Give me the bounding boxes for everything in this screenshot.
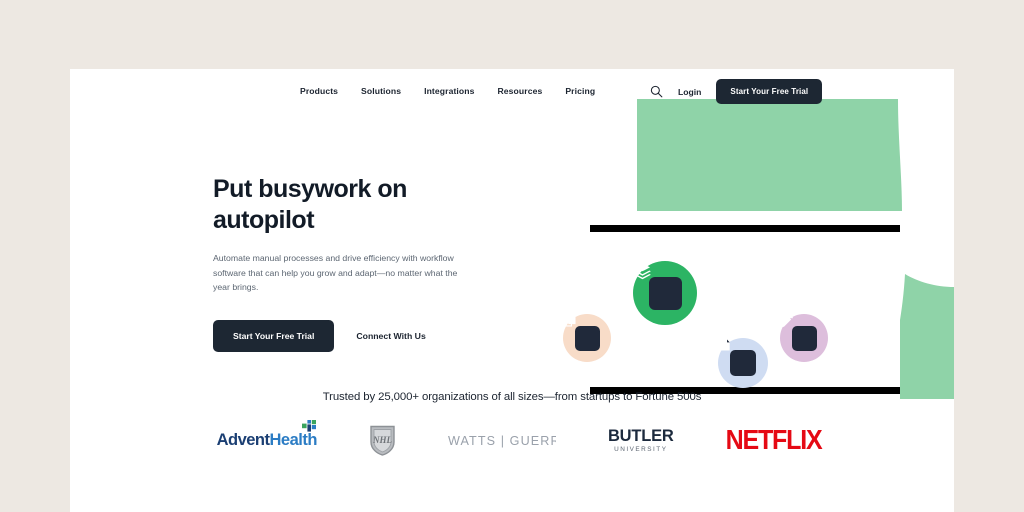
illustration-circle-document [718,338,768,388]
document-icon [720,339,730,351]
login-link[interactable]: Login [678,87,701,97]
logo-netflix: NETFLIX [725,424,823,456]
logo-strip: AdventHealth NHL WATTS | GUER BUTLER UNI… [70,420,954,456]
pencil-tile [781,315,817,351]
adventhealth-word-part2: Health [269,431,318,449]
butler-name: BUTLER [607,427,674,446]
nav-link-products[interactable]: Products [300,86,338,96]
nav-link-pricing[interactable]: Pricing [565,86,595,96]
hero-copy: Put busywork on autopilot Automate manua… [213,174,488,352]
logo-adventhealth: AdventHealth [216,420,318,450]
copy-tile [563,315,600,351]
illustration-shapes [590,99,954,399]
pencil-icon [781,315,794,328]
search-icon[interactable] [650,85,663,98]
butler-subtitle: UNIVERSITY [614,445,668,453]
nav-start-free-trial-button[interactable]: Start Your Free Trial [716,79,823,104]
nav-link-solutions[interactable]: Solutions [361,86,401,96]
nav-actions: Login Start Your Free Trial [650,79,823,104]
trust-statement: Trusted by 25,000+ organizations of all … [322,391,702,403]
adventhealth-wordmark: AdventHealth [216,431,318,450]
nav-links: Products Solutions Integrations Resource… [300,86,595,96]
adventhealth-word-part1: Advent [216,431,270,449]
hero-start-free-trial-button[interactable]: Start Your Free Trial [213,319,335,352]
website-page: Products Solutions Integrations Resource… [70,69,954,512]
top-navigation: Products Solutions Integrations Resource… [70,69,954,125]
black-bar-top [590,225,900,232]
nhl-shield-icon: NHL [370,425,395,456]
netflix-wordmark: NETFLIX [725,424,823,456]
screenshot-frame: Products Solutions Integrations Resource… [0,0,1024,512]
logo-watts-guerra: WATTS | GUERRA [448,434,556,448]
logo-nhl: NHL [369,425,396,456]
hero-subhead: Automate manual processes and drive effi… [213,253,458,293]
page-title: Put busywork on autopilot [213,175,407,234]
watts-guerra-wordmark: WATTS | GUERRA [447,433,556,448]
trust-section: Trusted by 25,000+ organizations of all … [70,391,954,456]
illustration-circle-pencil [780,314,828,362]
document-tile [720,339,756,376]
logo-butler-university: BUTLER UNIVERSITY [608,428,674,453]
layers-icon [634,263,651,280]
nav-link-resources[interactable]: Resources [497,86,542,96]
illustration-circle-layers [633,261,697,325]
illustration-circle-copy [563,314,611,362]
layers-tile [634,263,682,310]
adventhealth-mark-icon [301,420,316,432]
hero-illustration [450,99,954,399]
connect-with-us-link[interactable]: Connect With Us [356,331,425,341]
hero-cta-row: Start Your Free Trial Connect With Us [213,319,488,352]
nav-link-integrations[interactable]: Integrations [424,86,474,96]
svg-text:NHL: NHL [372,435,393,445]
copy-icon [563,315,576,327]
